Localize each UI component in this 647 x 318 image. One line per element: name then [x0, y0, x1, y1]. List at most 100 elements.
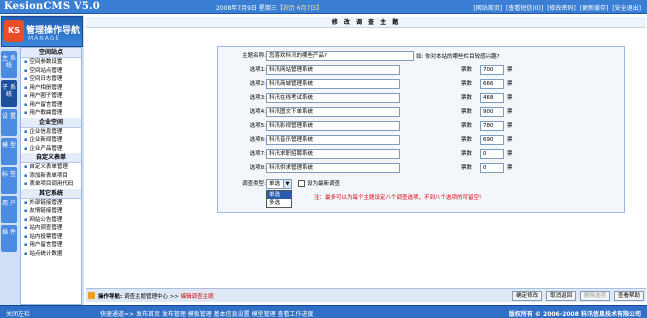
menu-item[interactable]: 友情链接管理 — [21, 207, 81, 216]
votes-label: 票数 — [461, 123, 473, 129]
cancel-button[interactable]: 取消返回 — [546, 291, 577, 301]
left-panel: KS 管理操作导航 MANAGE 主 系 统 子 系 统 设 置 模 型 标 签… — [0, 15, 84, 305]
tab-main-system[interactable]: 主 系 统 — [1, 51, 17, 78]
menu-item[interactable]: 企业新闻管理 — [21, 136, 81, 145]
survey-type-select[interactable]: 单选 ▼ — [266, 179, 292, 189]
logo: KS 管理操作导航 MANAGE — [1, 16, 83, 47]
app-title: KesionCMS V5.0 — [4, 1, 100, 12]
menu-section-title: 空间站点 — [21, 48, 81, 58]
votes-label: 票数 — [461, 151, 473, 157]
tab-models[interactable]: 模 型 — [1, 138, 17, 165]
option-row: 选项7: 科汛求职招聘系统 票数 0 票 — [218, 148, 626, 160]
option-label: 选项5: — [249, 123, 266, 129]
menu-item[interactable]: 企业信息管理 — [21, 128, 81, 137]
close-left-panel-link[interactable]: 关闭左栏 — [6, 309, 30, 318]
menu-item[interactable]: 空间参数设置 — [21, 58, 81, 67]
votes-label: 票数 — [461, 165, 473, 171]
menu-item[interactable]: 站内调查管理 — [21, 224, 81, 233]
breadcrumb-link[interactable]: 调查主题管理中心 >> — [124, 294, 179, 300]
menu-item[interactable]: 用户歌曲管理 — [21, 109, 81, 118]
menu-item[interactable]: 空间站点管理 — [21, 67, 81, 76]
type-row: 调查类型: 单选 ▼ 单选 多选 设为最新调查 注：最多可以为每个主题设定八个调… — [218, 178, 626, 208]
option-input[interactable]: 科汛求职招聘系统 — [266, 149, 400, 159]
tab-sub-system[interactable]: 子 系 统 — [1, 80, 17, 107]
votes-label: 票数 — [461, 67, 473, 73]
votes-input[interactable]: 690 — [480, 135, 504, 145]
type-select-value: 单选 — [269, 181, 281, 187]
update-cache-link[interactable]: [更新缓存] — [580, 5, 609, 12]
menu-section-title: 自定义表单 — [21, 153, 81, 163]
chevron-down-icon[interactable]: ▼ — [283, 180, 291, 188]
votes-input[interactable]: 700 — [480, 65, 504, 75]
type-label: 调查类型: — [242, 181, 266, 187]
votes-input[interactable]: 0 — [480, 149, 504, 159]
menu-item[interactable]: 表单项目调用代码 — [21, 180, 81, 189]
option-input[interactable]: 科汛影视管理系统 — [266, 121, 400, 131]
subject-label: 主题名称: — [242, 53, 266, 59]
set-latest-label: 设为最新调查 — [307, 181, 341, 187]
option-row: 选项2: 科汛商城管理系统 票数 666 票 — [218, 78, 626, 90]
votes-label: 票数 — [461, 95, 473, 101]
menu-item[interactable]: 用户留言管理 — [21, 241, 81, 250]
tab-plugins[interactable]: 插 件 — [1, 225, 17, 252]
option-input[interactable]: 科汛音乐管理系统 — [266, 135, 400, 145]
home-link[interactable]: [网站首页] — [473, 5, 502, 12]
menu-item[interactable]: 自定义表单管理 — [21, 163, 81, 172]
votes-unit: 票 — [507, 123, 513, 129]
option-input[interactable]: 科汛网站管理系统 — [266, 65, 400, 75]
menu-section-title: 其它系统 — [21, 188, 81, 199]
type-option-multiple[interactable]: 多选 — [267, 199, 291, 207]
menu-item[interactable]: 用户圈子管理 — [21, 92, 81, 101]
votes-unit: 票 — [507, 95, 513, 101]
votes-unit: 票 — [507, 151, 513, 157]
option-input[interactable]: 科汛在线考试系统 — [266, 93, 400, 103]
logo-subtitle: MANAGE — [28, 35, 61, 42]
subject-hint: 如: 你对本站的哪些栏目较感兴趣? — [416, 54, 500, 60]
menu-item[interactable]: 用户留言管理 — [21, 101, 81, 110]
votes-unit: 票 — [507, 165, 513, 171]
confirm-button[interactable]: 确定修改 — [512, 291, 543, 301]
change-password-link[interactable]: [修改密码] — [547, 5, 576, 12]
tab-settings[interactable]: 设 置 — [1, 109, 17, 136]
option-label: 选项7: — [249, 151, 266, 157]
menu-item[interactable]: 站内投票管理 — [21, 233, 81, 242]
option-input[interactable]: 科汛供求管理系统 — [266, 163, 400, 173]
votes-input[interactable]: 468 — [480, 93, 504, 103]
option-row: 选项8: 科汛供求管理系统 票数 0 票 — [218, 162, 626, 174]
option-input[interactable]: 科汛商城管理系统 — [266, 79, 400, 89]
logout-link[interactable]: [安全退出] — [612, 5, 641, 12]
votes-unit: 票 — [507, 81, 513, 87]
help-button[interactable]: 查看帮助 — [613, 291, 644, 301]
option-input[interactable]: 科汛图文下单系统 — [266, 107, 400, 117]
action-buttons: 确定修改 取消返回 删除选项 查看帮助 — [510, 291, 644, 301]
votes-unit: 票 — [507, 67, 513, 73]
subject-input[interactable]: 您喜欢科汛的哪些产品? — [266, 51, 414, 61]
lunar-date-link[interactable]: 【农历 6月7日】 — [277, 5, 323, 12]
set-latest-checkbox[interactable] — [298, 180, 305, 187]
votes-input[interactable]: 666 — [480, 79, 504, 89]
menu-item[interactable]: 用户相册管理 — [21, 84, 81, 93]
option-label: 选项8: — [249, 165, 266, 171]
menu-item[interactable]: 站点统计数据 — [21, 250, 81, 259]
navigation-icon — [88, 292, 95, 299]
menu-item[interactable]: 企业产品管理 — [21, 145, 81, 154]
menu-item[interactable]: 空间日志管理 — [21, 75, 81, 84]
quick-links[interactable]: 快速通道=> 发布首页 发布管理 模板管理 基本信息设置 模型管理 查看工作进度 — [100, 309, 314, 318]
delete-option-button[interactable]: 删除选项 — [580, 291, 611, 301]
messages-link[interactable]: [查看短信(0)] — [506, 5, 543, 12]
votes-input[interactable]: 900 — [480, 107, 504, 117]
nav-label: 操作导航: — [98, 294, 123, 300]
option-row: 选项5: 科汛影视管理系统 票数 780 票 — [218, 120, 626, 132]
tab-users[interactable]: 用 户 — [1, 196, 17, 223]
votes-input[interactable]: 0 — [480, 163, 504, 173]
option-label: 选项1: — [249, 67, 266, 73]
votes-input[interactable]: 780 — [480, 121, 504, 131]
date-text: 2008年7月9日 星期三 — [216, 5, 277, 12]
option-label: 选项2: — [249, 81, 266, 87]
tab-labels[interactable]: 标 签 — [1, 167, 17, 194]
menu-item[interactable]: 外部链接管理 — [21, 199, 81, 208]
menu-item[interactable]: 网站公告管理 — [21, 216, 81, 225]
menu-item[interactable]: 添加新表单项目 — [21, 172, 81, 181]
type-option-single[interactable]: 单选 — [267, 191, 291, 199]
breadcrumb-current: 编辑调查主题 — [180, 294, 214, 300]
